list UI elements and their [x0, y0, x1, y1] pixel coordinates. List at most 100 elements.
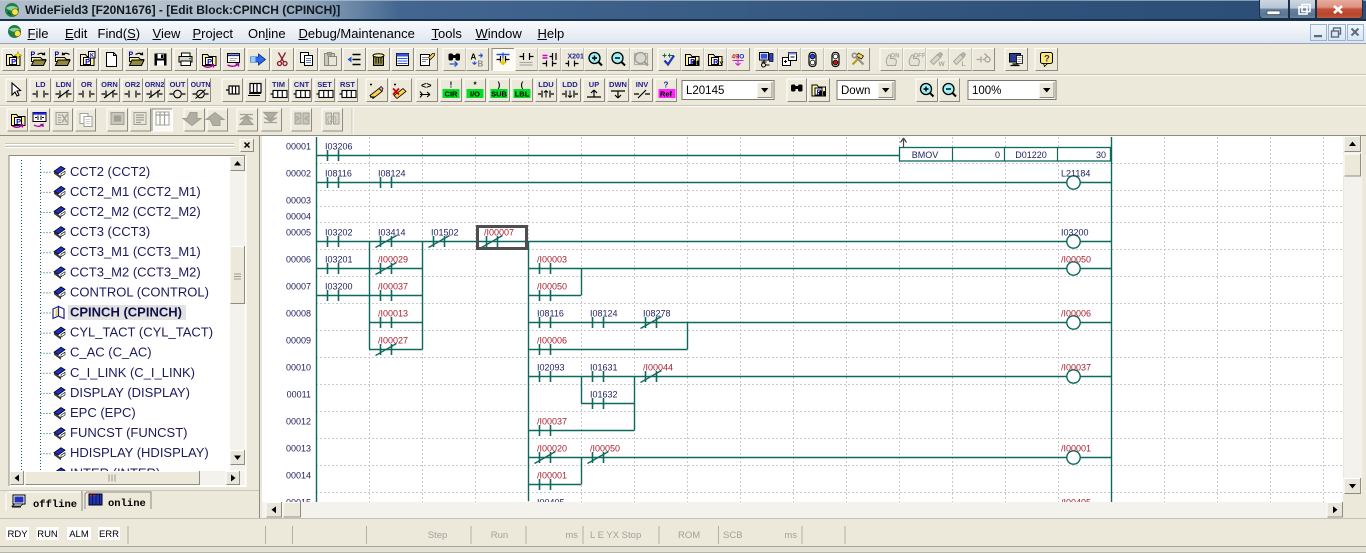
- svg-text:ORN2: ORN2: [145, 82, 165, 89]
- svg-text:00012: 00012: [286, 417, 311, 427]
- svg-text:C_AC (C_AC): C_AC (C_AC): [70, 345, 152, 360]
- svg-text:TIM: TIM: [272, 80, 285, 89]
- svg-text:RST: RST: [340, 80, 355, 89]
- svg-text:DISPLAY (DISPLAY): DISPLAY (DISPLAY): [70, 385, 190, 400]
- svg-text:FUNCST (FUNCST): FUNCST (FUNCST): [70, 425, 187, 440]
- svg-text:/I00050: /I00050: [590, 444, 620, 454]
- svg-text:ms: ms: [784, 530, 797, 541]
- svg-text:BMOV: BMOV: [912, 150, 939, 160]
- svg-text:LDU: LDU: [538, 80, 553, 89]
- svg-text:(2): (2): [327, 115, 337, 124]
- svg-text:RUN: RUN: [37, 529, 58, 540]
- svg-text:00011: 00011: [287, 390, 311, 400]
- svg-text:B: B: [478, 60, 484, 69]
- svg-text:/I00027: /I00027: [378, 336, 408, 346]
- svg-text:D01220: D01220: [1015, 150, 1047, 160]
- svg-text:/I00001: /I00001: [537, 471, 567, 481]
- svg-text:ms: ms: [565, 530, 578, 541]
- svg-text:00006: 00006: [286, 255, 311, 265]
- svg-text:W: W: [939, 61, 946, 68]
- svg-text:L E YX Stop: L E YX Stop: [590, 530, 641, 541]
- svg-text:/I00007: /I00007: [484, 228, 514, 238]
- svg-text:CCT2_M1 (CCT2_M1): CCT2_M1 (CCT2_M1): [70, 184, 201, 199]
- svg-text:): ): [498, 81, 501, 90]
- svg-text:OUTN: OUTN: [191, 82, 211, 89]
- svg-text:/I00044: /I00044: [643, 363, 673, 373]
- svg-text:LBL: LBL: [515, 90, 530, 99]
- svg-text:100%: 100%: [972, 85, 1001, 97]
- svg-text:/I00006: /I00006: [537, 336, 567, 346]
- svg-text:L20145: L20145: [686, 85, 724, 97]
- svg-text:OUT: OUT: [170, 80, 186, 89]
- svg-text:I03200: I03200: [1061, 228, 1089, 238]
- svg-text:/I00050: /I00050: [1061, 255, 1091, 265]
- svg-text:P: P: [11, 57, 16, 66]
- svg-text:LD: LD: [36, 80, 47, 89]
- svg-text:Down: Down: [841, 85, 870, 97]
- svg-text:00013: 00013: [286, 444, 311, 454]
- svg-text:!: !: [450, 81, 453, 90]
- svg-text:Step: Step: [428, 530, 448, 541]
- svg-text:LDD: LDD: [562, 80, 578, 89]
- svg-text:00014: 00014: [286, 471, 311, 481]
- svg-text:SUB: SUB: [491, 90, 507, 99]
- svg-text:RDY: RDY: [7, 529, 28, 540]
- svg-text:online: online: [108, 498, 146, 510]
- svg-text:/I00037: /I00037: [378, 282, 408, 292]
- svg-text:EPC (EPC): EPC (EPC): [70, 405, 136, 420]
- svg-text:CCT3_M1 (CCT3_M1): CCT3_M1 (CCT3_M1): [70, 244, 201, 259]
- svg-text:00005: 00005: [286, 228, 311, 238]
- svg-text:/I00013: /I00013: [378, 309, 408, 319]
- svg-text:CCT3_M2 (CCT3_M2): CCT3_M2 (CCT3_M2): [70, 264, 201, 279]
- svg-text:XY: XY: [716, 62, 724, 68]
- svg-text:00004: 00004: [286, 212, 311, 222]
- svg-text:00008: 00008: [286, 309, 311, 319]
- svg-text:?: ?: [664, 81, 669, 90]
- svg-text:ALM: ALM: [69, 529, 89, 540]
- svg-text:CYL_TACT (CYL_TACT): CYL_TACT (CYL_TACT): [70, 325, 213, 340]
- svg-text:CCT2 (CCT2): CCT2 (CCT2): [70, 164, 150, 179]
- svg-text:L21184: L21184: [1061, 169, 1090, 179]
- svg-text:/I00003: /I00003: [537, 255, 567, 265]
- svg-text:CPINCH (CPINCH): CPINCH (CPINCH): [70, 305, 182, 320]
- svg-text:(: (: [521, 81, 524, 90]
- svg-text:?: ?: [1044, 54, 1050, 65]
- svg-text:/I00029: /I00029: [378, 255, 408, 265]
- svg-text:IO: IO: [738, 54, 745, 61]
- svg-text:A: A: [471, 53, 477, 62]
- svg-text:/I00020: /I00020: [537, 444, 567, 454]
- svg-text:/I00037: /I00037: [537, 417, 567, 427]
- svg-text:/I00037: /I00037: [1061, 363, 1091, 373]
- svg-text:/I00001: /I00001: [1061, 444, 1091, 454]
- svg-text:K: K: [90, 53, 94, 59]
- svg-text:<>: <>: [421, 81, 432, 91]
- svg-text:L: L: [962, 61, 966, 68]
- svg-text:ERR: ERR: [99, 529, 119, 540]
- svg-text:30: 30: [1096, 150, 1106, 160]
- svg-text:OR2: OR2: [125, 80, 140, 89]
- svg-text:P: P: [55, 52, 60, 59]
- svg-text:offline: offline: [33, 499, 77, 511]
- svg-text:X201: X201: [568, 54, 584, 61]
- svg-text:UP: UP: [589, 80, 599, 89]
- svg-text:ORN: ORN: [101, 80, 118, 89]
- svg-text:/I00006: /I00006: [1061, 309, 1091, 319]
- svg-text:/I00050: /I00050: [537, 282, 567, 292]
- svg-text:00009: 00009: [286, 336, 311, 346]
- svg-text:0: 0: [995, 150, 1000, 160]
- svg-text:00010: 00010: [286, 363, 311, 373]
- svg-text:00001: 00001: [286, 142, 311, 152]
- svg-text:ROM: ROM: [678, 530, 700, 541]
- svg-text:P: P: [31, 52, 36, 59]
- svg-text:CCT3 (CCT3): CCT3 (CCT3): [70, 224, 150, 239]
- svg-text:P: P: [129, 52, 134, 59]
- svg-text:HDISPLAY (HDISPLAY): HDISPLAY (HDISPLAY): [70, 445, 209, 460]
- svg-text:INV: INV: [636, 80, 649, 89]
- svg-text:CIR: CIR: [445, 90, 459, 99]
- svg-text:DWN: DWN: [609, 80, 627, 89]
- svg-text:Ref: Ref: [660, 90, 673, 99]
- svg-text:CCT2_M2 (CCT2_M2): CCT2_M2 (CCT2_M2): [70, 204, 201, 219]
- svg-text:I/O: I/O: [470, 90, 480, 99]
- svg-text:00002: 00002: [286, 169, 311, 179]
- svg-text:CNT: CNT: [294, 80, 310, 89]
